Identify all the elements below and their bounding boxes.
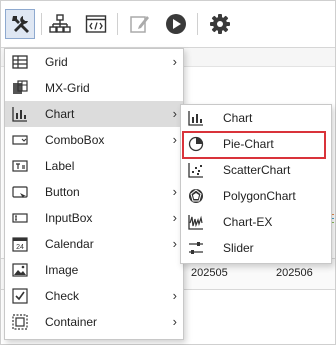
slider-icon (188, 240, 204, 256)
menu-item-combobox[interactable]: ComboBox › (5, 127, 183, 153)
chart-submenu: Chart Pie-Chart ScatterChart PolygonChar… (180, 104, 332, 264)
submenu-item-chart-ex[interactable]: Chart-EX (181, 209, 331, 235)
submenu-item-slider[interactable]: Slider (181, 235, 331, 261)
play-icon[interactable] (161, 9, 191, 39)
menu-item-container[interactable]: Container › (5, 309, 183, 335)
background-column-header: 202505 (191, 267, 228, 279)
menu-item-grid[interactable]: Grid › (5, 49, 183, 75)
menu-item-chart[interactable]: Chart › (5, 101, 183, 127)
chevron-right-icon: › (172, 210, 177, 225)
edit-icon[interactable] (125, 9, 155, 39)
toolbar (1, 1, 335, 48)
button-icon (12, 184, 28, 200)
scatter-chart-icon (188, 162, 204, 178)
toolbar-separator (197, 13, 198, 35)
toolbar-separator (41, 13, 42, 35)
pie-chart-icon (188, 136, 204, 152)
menu-item-label: Check (45, 289, 80, 303)
background-column-header: 202506 (276, 267, 313, 279)
bar-chart-icon (188, 110, 204, 126)
menu-item-label-component[interactable]: Label (5, 153, 183, 179)
chevron-right-icon: › (172, 288, 177, 303)
menu-item-label: Chart (45, 107, 75, 121)
submenu-item-label: Chart-EX (223, 215, 273, 229)
menu-item-label: Button (45, 185, 80, 199)
mx-grid-icon (12, 80, 28, 96)
menu-item-label: Grid (45, 55, 68, 69)
gear-icon[interactable] (205, 9, 235, 39)
menu-item-image[interactable]: Image (5, 257, 183, 283)
submenu-item-scatter-chart[interactable]: ScatterChart (181, 157, 331, 183)
menu-item-label: InputBox (45, 211, 93, 225)
bar-chart-icon (12, 106, 28, 122)
submenu-item-label: Pie-Chart (223, 137, 274, 151)
submenu-item-pie-chart[interactable]: Pie-Chart (181, 131, 331, 159)
chevron-right-icon: › (172, 184, 177, 199)
menu-item-button[interactable]: Button › (5, 179, 183, 205)
menu-item-label: Image (45, 263, 79, 277)
submenu-item-polygon-chart[interactable]: PolygonChart (181, 183, 331, 209)
menu-item-label: ComboBox (45, 133, 105, 147)
chevron-right-icon: › (172, 132, 177, 147)
menu-item-label: Container (45, 315, 98, 329)
chevron-right-icon: › (172, 314, 177, 329)
combobox-icon (12, 132, 28, 148)
submenu-item-label: Slider (223, 241, 254, 255)
menu-item-label: Calendar (45, 237, 94, 251)
insert-component-menu: Grid › MX-Grid Chart › ComboBox › Label … (4, 48, 184, 340)
label-icon (12, 158, 28, 174)
tools-icon[interactable] (5, 9, 35, 39)
menu-item-label: MX-Grid (45, 81, 90, 95)
chart-ex-icon (188, 214, 204, 230)
menu-item-check[interactable]: Check › (5, 283, 183, 309)
container-icon (12, 314, 28, 330)
hierarchy-icon[interactable] (45, 9, 75, 39)
polygon-chart-icon (188, 188, 204, 204)
menu-item-label: Label (45, 159, 75, 173)
menu-item-calendar[interactable]: 24 Calendar › (5, 231, 183, 257)
menu-item-mx-grid[interactable]: MX-Grid (5, 75, 183, 101)
menu-item-inputbox[interactable]: InputBox › (5, 205, 183, 231)
submenu-item-label: ScatterChart (223, 163, 291, 177)
submenu-item-label: Chart (223, 111, 253, 125)
chevron-right-icon: › (172, 54, 177, 69)
code-window-icon[interactable] (81, 9, 111, 39)
chevron-right-icon: › (172, 236, 177, 251)
grid-icon (12, 54, 28, 70)
submenu-item-label: PolygonChart (223, 189, 296, 203)
calendar-icon: 24 (12, 236, 28, 252)
image-icon (12, 262, 28, 278)
chevron-right-icon: › (172, 106, 177, 121)
submenu-item-chart[interactable]: Chart (181, 105, 331, 131)
toolbar-separator (117, 13, 118, 35)
svg-text:24: 24 (16, 244, 24, 251)
inputbox-icon (12, 210, 28, 226)
checkbox-icon (12, 288, 28, 304)
